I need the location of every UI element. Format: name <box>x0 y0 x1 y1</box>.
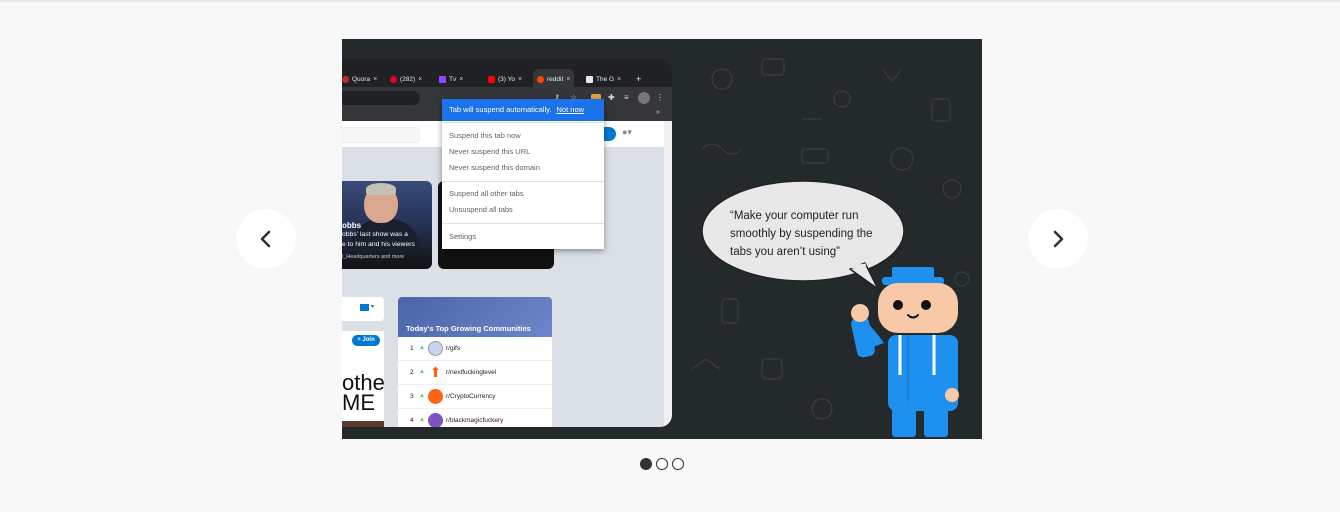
up-arrow-icon: ▲ <box>419 369 425 375</box>
community-row[interactable]: 1 ▲ r/gifs <box>398 337 552 361</box>
news-line-2: e to him and his viewers <box>342 241 415 248</box>
close-tab-icon[interactable]: × <box>418 76 422 83</box>
post-card[interactable]: + Join other ME <box>342 331 384 427</box>
chevron-down-icon: ▾ <box>371 304 375 310</box>
plus-icon: + <box>636 74 642 84</box>
chevron-right-icon <box>1053 230 1064 248</box>
tab-strip: Quora × (282) × Tv × (3) Yo × reddit × T… <box>342 65 672 89</box>
guardian-favicon <box>586 75 593 83</box>
card-view-icon <box>360 304 369 311</box>
community-rank: 2 <box>410 369 414 376</box>
carousel-dots <box>640 458 684 470</box>
playlist-icon[interactable]: ≡ <box>624 93 629 102</box>
popup-header: Tab will suspend automatically. Not now <box>442 99 604 121</box>
twitch-favicon <box>439 75 446 83</box>
post-image <box>342 421 384 427</box>
profile-avatar[interactable] <box>638 92 650 104</box>
quora-favicon <box>342 75 349 83</box>
suspender-popup: Tab will suspend automatically. Not now … <box>442 99 604 249</box>
carousel-dot-2[interactable] <box>656 458 668 470</box>
community-rank: 3 <box>410 393 414 400</box>
page-scrollbar[interactable] <box>664 121 672 427</box>
youtube-favicon <box>488 75 495 83</box>
tab-label: Tv <box>449 75 457 83</box>
close-tab-icon[interactable]: × <box>518 76 522 83</box>
tab-twitch[interactable]: Tv × <box>439 69 463 89</box>
carousel-slide: Quora × (282) × Tv × (3) Yo × reddit × T… <box>342 39 982 439</box>
reddit-favicon <box>537 75 544 83</box>
popup-header-text: Tab will suspend automatically. <box>449 105 552 114</box>
news-line-1: obbs' last show was a <box>342 231 408 238</box>
tab-pinterest[interactable]: (282) × <box>390 69 422 89</box>
carousel-dot-3[interactable] <box>672 458 684 470</box>
up-arrow-icon: ▲ <box>419 345 425 351</box>
layout-toggle[interactable]: ▾ <box>342 297 384 321</box>
chevron-left-icon <box>260 230 271 248</box>
community-name: r/blackmagicfuckery <box>446 417 504 424</box>
suspend-tab-now-item[interactable]: Suspend this tab now <box>449 131 521 140</box>
mascot-character <box>851 267 959 437</box>
not-now-link[interactable]: Not now <box>557 105 585 114</box>
tab-label: The G <box>596 75 615 83</box>
tab-reddit[interactable]: reddit × <box>533 69 575 89</box>
community-avatar <box>428 341 443 356</box>
top-divider <box>0 0 1340 2</box>
popup-divider <box>442 122 604 123</box>
community-avatar <box>428 413 443 427</box>
pinterest-favicon <box>390 75 397 83</box>
post-text: other ME <box>342 372 384 415</box>
never-suspend-domain-item[interactable]: Never suspend this domain <box>449 163 540 172</box>
news-source: l_Headquarters and more <box>342 254 405 260</box>
community-name: r/CryptoCurrency <box>446 393 496 400</box>
community-rank: 1 <box>410 345 414 352</box>
puzzle-icon[interactable]: ✚ <box>608 93 615 102</box>
news-title: obbs <box>342 221 362 230</box>
community-row[interactable]: 4 ▲ r/blackmagicfuckery <box>398 409 552 427</box>
community-rank: 4 <box>410 417 414 424</box>
tab-youtube[interactable]: (3) Yo × <box>488 69 522 89</box>
close-tab-icon[interactable]: × <box>617 76 621 83</box>
close-tab-icon[interactable]: × <box>566 76 570 83</box>
reddit-search[interactable] <box>342 127 420 143</box>
tab-quora[interactable]: Quora × <box>342 69 377 89</box>
news-card[interactable]: obbs obbs' last show was a e to him and … <box>342 181 432 269</box>
community-row[interactable]: 3 ▲ r/CryptoCurrency <box>398 385 552 409</box>
tab-label: reddit <box>547 75 564 83</box>
join-button[interactable]: + Join <box>352 335 380 346</box>
suspend-other-tabs-item[interactable]: Suspend all other tabs <box>449 189 524 198</box>
speech-text: “Make your computer run smoothly by susp… <box>730 210 873 258</box>
tab-label: (3) Yo <box>498 75 515 83</box>
community-row[interactable]: 2 ▲ ⬆ r/nextfuckinglevel <box>398 361 552 385</box>
menu-dots-icon[interactable]: ⋮ <box>656 93 664 102</box>
community-name: r/nextfuckinglevel <box>446 369 497 376</box>
carousel-dot-1[interactable] <box>640 458 652 470</box>
tab-label: Quora <box>352 75 371 83</box>
up-arrow-icon: ▲ <box>419 393 425 399</box>
more-bookmarks-icon[interactable]: » <box>656 109 660 116</box>
next-slide-button[interactable] <box>1028 209 1088 269</box>
tab-guardian[interactable]: The G × <box>586 69 621 89</box>
user-icon[interactable]: ●▾ <box>622 127 632 138</box>
communities-header: Today's Top Growing Communities <box>398 297 552 337</box>
new-tab-button[interactable]: + <box>636 69 641 89</box>
community-name: r/gifs <box>446 345 461 352</box>
browser-screenshot: Quora × (282) × Tv × (3) Yo × reddit × T… <box>342 59 672 427</box>
up-arrow-icon: ▲ <box>419 417 425 423</box>
address-bar[interactable] <box>342 91 420 105</box>
communities-title: Today's Top Growing Communities <box>406 324 531 333</box>
settings-item[interactable]: Settings <box>449 232 476 241</box>
community-avatar: ⬆ <box>428 364 443 380</box>
top-communities-widget: Today's Top Growing Communities 1 ▲ r/gi… <box>398 297 552 427</box>
close-tab-icon[interactable]: × <box>459 76 463 83</box>
close-tab-icon[interactable]: × <box>373 76 377 83</box>
community-avatar <box>428 389 443 404</box>
tab-label: (282) <box>400 75 416 83</box>
unsuspend-all-tabs-item[interactable]: Unsuspend all tabs <box>449 205 513 214</box>
popup-divider <box>442 181 604 182</box>
previous-slide-button[interactable] <box>236 209 296 269</box>
news-photo-hair <box>366 183 396 195</box>
never-suspend-url-item[interactable]: Never suspend this URL <box>449 147 530 156</box>
popup-divider <box>442 223 604 224</box>
post-text-line-2: ME <box>342 390 375 415</box>
